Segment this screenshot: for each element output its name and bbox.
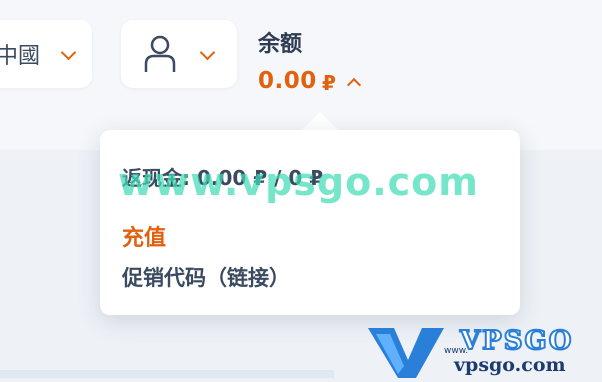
user-icon (144, 35, 176, 72)
language-label: 中國 (0, 44, 41, 69)
chevron-down-icon (199, 44, 216, 61)
content-strip (0, 370, 334, 378)
chevron-down-icon (60, 44, 77, 61)
balance-currency: ₽ (322, 71, 336, 95)
promo-code-link[interactable]: 促销代码（链接） (122, 262, 290, 292)
language-selector[interactable]: 中國 (0, 20, 92, 88)
user-menu-button[interactable] (121, 20, 237, 88)
balance-dropdown: 返现金: 0.00 ₽ / 0 ₽ 充值 促销代码（链接） (100, 130, 520, 315)
vpsgo-logo: VPSGO www. vpsgo.com (368, 325, 602, 378)
watermark-text: www.vpsgo.com (118, 160, 479, 204)
recharge-link[interactable]: 充值 (122, 220, 166, 252)
logo-url: vpsgo.com (454, 354, 566, 376)
balance-title: 余额 (258, 32, 303, 57)
dropdown-caret (302, 112, 338, 130)
logo-brand: VPSGO (459, 325, 574, 357)
v-logo-icon (368, 328, 444, 378)
balance-amount[interactable]: 0.00 (258, 68, 317, 94)
